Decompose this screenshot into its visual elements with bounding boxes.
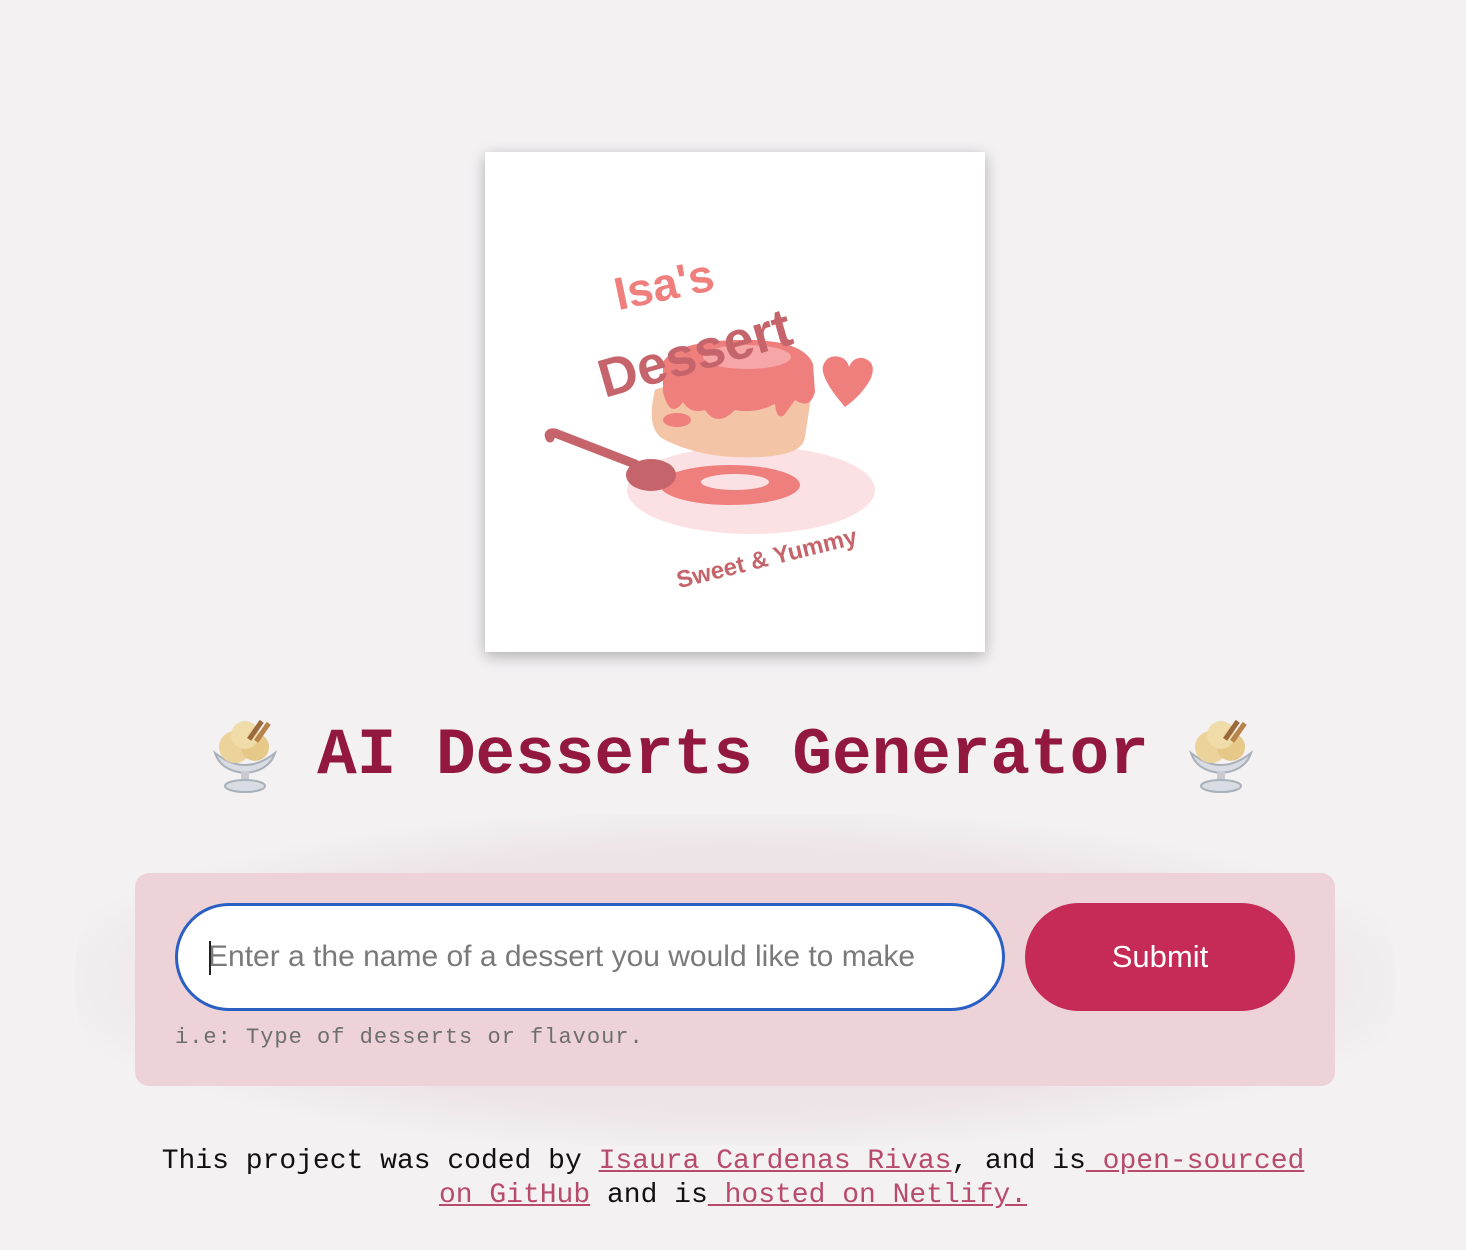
author-link[interactable]: Isaura Cardenas Rivas bbox=[599, 1146, 952, 1177]
ice-cream-icon bbox=[1188, 719, 1253, 793]
footer-text: and is bbox=[590, 1180, 708, 1211]
dessert-search-input[interactable] bbox=[175, 903, 1005, 1011]
pudding-shape bbox=[663, 413, 691, 427]
logo-tagline: Sweet & Yummy bbox=[674, 523, 861, 594]
plate-shape bbox=[701, 474, 769, 490]
dessert-logo: Isa's Dessert Sweet & Yummy bbox=[544, 248, 875, 594]
text-caret bbox=[209, 941, 211, 975]
heart-icon bbox=[822, 356, 873, 407]
input-hint: i.e: Type of desserts or flavour. bbox=[175, 1025, 644, 1050]
footer-text: This project was coded by bbox=[161, 1146, 599, 1177]
footer: This project was coded by Isaura Cardena… bbox=[150, 1145, 1316, 1213]
spoon-icon bbox=[626, 459, 676, 491]
header: AI Desserts Generator bbox=[0, 700, 1466, 810]
logo-line1: Isa's bbox=[609, 248, 718, 320]
ice-cream-icon bbox=[213, 719, 278, 793]
logo-card: Isa's Dessert Sweet & Yummy bbox=[485, 152, 985, 652]
footer-text: , and is bbox=[951, 1146, 1086, 1177]
spoon-icon bbox=[544, 428, 640, 469]
dessert-form: Submit i.e: Type of desserts or flavour. bbox=[135, 873, 1335, 1086]
page: Isa's Dessert Sweet & Yummy AI Desserts … bbox=[0, 0, 1466, 1250]
netlify-link[interactable]: hosted on Netlify. bbox=[708, 1180, 1027, 1211]
submit-button[interactable]: Submit bbox=[1025, 903, 1295, 1011]
page-title: AI Desserts Generator bbox=[317, 717, 1149, 793]
